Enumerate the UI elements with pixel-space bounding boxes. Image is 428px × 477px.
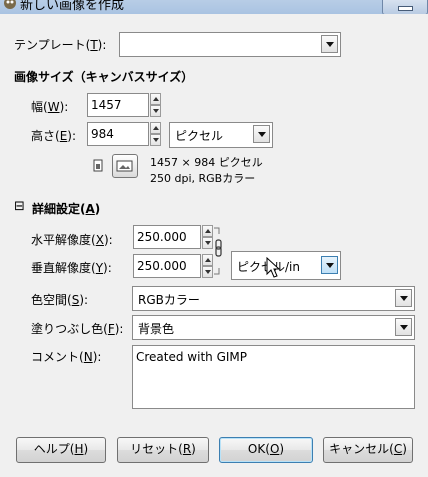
colorspace-label: 色空間(S):	[31, 293, 89, 307]
comment-value: Created with GIMP	[136, 350, 248, 364]
chevron-down-icon[interactable]	[253, 125, 270, 143]
gimp-app-icon	[4, 0, 16, 9]
window-title: 新しい画像を作成	[20, 0, 125, 13]
xres-label: 水平解像度(X):	[31, 233, 113, 247]
height-decrement-button[interactable]	[150, 134, 161, 146]
advanced-heading[interactable]: 詳細設定(A)	[32, 200, 100, 217]
reset-button[interactable]: リセット(R)	[117, 437, 209, 463]
landscape-button[interactable]	[112, 154, 138, 178]
fill-combo[interactable]: 背景色	[132, 315, 415, 340]
chevron-down-icon[interactable]	[321, 256, 338, 274]
yres-input[interactable]: 250.000	[133, 254, 201, 278]
xres-spinner[interactable]	[202, 225, 213, 249]
yres-decrement-button[interactable]	[202, 266, 213, 278]
colorspace-combo[interactable]: RGBカラー	[132, 286, 415, 311]
size-unit-value: ピクセル	[175, 129, 224, 143]
landscape-icon	[116, 160, 133, 172]
help-button[interactable]: ヘルプ(H)	[16, 437, 106, 463]
width-value: 1457	[91, 98, 122, 112]
yres-label: 垂直解像度(Y):	[31, 261, 112, 275]
template-label: テンプレート(T):	[14, 38, 107, 52]
resolution-unit-combo[interactable]: ピクセル/in	[231, 251, 341, 280]
chevron-down-icon[interactable]	[395, 289, 412, 307]
advanced-toggle-icon[interactable]: ⊟	[14, 199, 25, 214]
cancel-button[interactable]: キャンセル(C)	[323, 437, 413, 463]
size-unit-combo[interactable]: ピクセル	[169, 122, 273, 148]
xres-decrement-button[interactable]	[202, 237, 213, 249]
xres-value: 250.000	[137, 230, 187, 244]
height-label: 高さ(E):	[31, 129, 77, 143]
xres-input[interactable]: 250.000	[133, 225, 201, 249]
colorspace-value: RGBカラー	[138, 293, 200, 307]
yres-value: 250.000	[137, 259, 187, 273]
chevron-down-icon[interactable]	[395, 318, 412, 336]
comment-textarea[interactable]: Created with GIMP	[132, 345, 415, 409]
image-size-heading: 画像サイズ（キャンバスサイズ）	[14, 70, 194, 84]
width-spinner[interactable]	[150, 93, 161, 117]
width-decrement-button[interactable]	[150, 105, 161, 117]
size-info-dpi: 250 dpi, RGBカラー	[150, 172, 256, 185]
chevron-down-icon[interactable]	[321, 35, 338, 53]
ok-button[interactable]: OK(O)	[219, 437, 313, 463]
portrait-icon	[93, 159, 103, 172]
height-spinner[interactable]	[150, 122, 161, 146]
minimize-button[interactable]	[382, 0, 428, 14]
width-increment-button[interactable]	[150, 93, 161, 105]
yres-increment-button[interactable]	[202, 254, 213, 266]
window-titlebar: 新しい画像を作成	[0, 0, 428, 14]
mouse-cursor-icon	[266, 257, 281, 278]
chain-link-icon[interactable]	[213, 226, 225, 276]
width-label: 幅(W):	[31, 100, 69, 114]
fill-value: 背景色	[138, 322, 175, 336]
height-increment-button[interactable]	[150, 122, 161, 134]
portrait-button[interactable]	[89, 156, 107, 176]
height-value: 984	[91, 127, 114, 141]
template-combo[interactable]	[119, 32, 341, 57]
yres-spinner[interactable]	[202, 254, 213, 278]
xres-increment-button[interactable]	[202, 225, 213, 237]
size-info-pixels: 1457 × 984 ピクセル	[150, 156, 263, 169]
comment-label: コメント(N):	[31, 350, 102, 364]
fill-label: 塗りつぶし色(F):	[31, 322, 124, 336]
height-input[interactable]: 984	[87, 122, 149, 146]
width-input[interactable]: 1457	[87, 93, 149, 117]
